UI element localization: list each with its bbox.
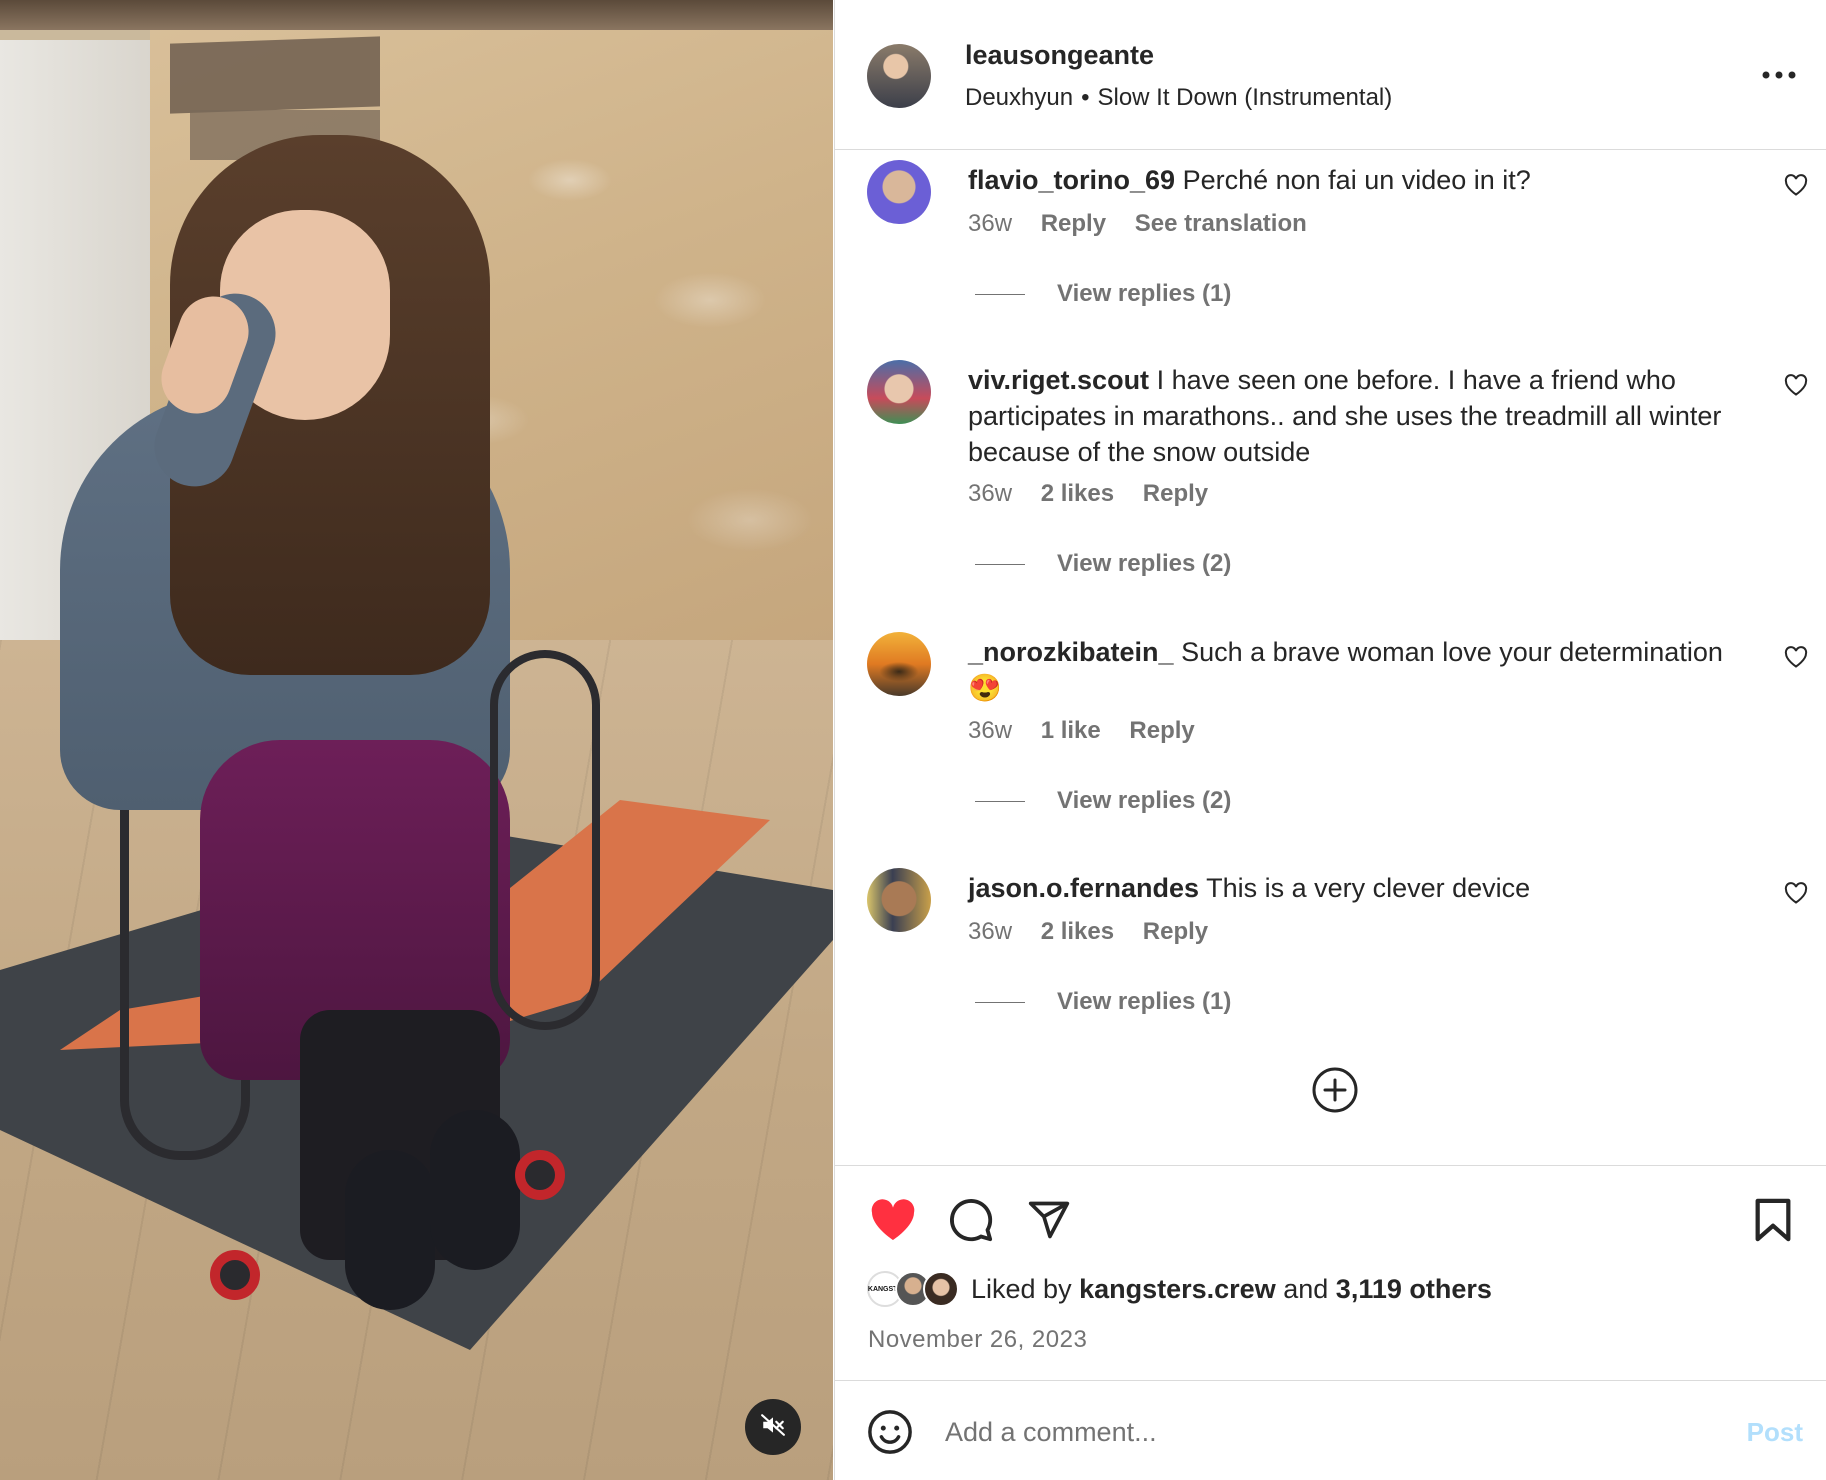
load-more-comments-button[interactable] [1311,1066,1359,1119]
liked-by-and: and [1283,1273,1329,1304]
commenter-avatar[interactable] [867,868,931,932]
view-replies-button[interactable]: View replies (2) [975,550,1231,578]
comment-likes-count[interactable]: 2 likes [1041,918,1114,945]
post-actions-section: KANGSTE Liked by kangsters.crew and 3,11… [835,1165,1826,1380]
comment-input[interactable] [945,1409,1645,1455]
smiley-icon [867,1409,913,1460]
share-button[interactable] [1023,1196,1075,1248]
comment-meta: 36w 1 like Reply [968,717,1217,745]
commenter-username[interactable]: jason.o.fernandes [968,873,1199,903]
comment-age[interactable]: 36w [968,918,1012,945]
comment-item: _norozkibatein_ Such a brave woman love … [835,622,1826,857]
mute-toggle-button[interactable] [745,1399,801,1455]
comment-body: _norozkibatein_ Such a brave woman love … [968,634,1738,706]
heart-filled-icon [869,1198,917,1247]
heart-outline-icon [1784,645,1808,673]
view-replies-button[interactable]: View replies (1) [975,280,1231,308]
audio-separator: • [1081,84,1090,111]
media-ceiling-beam [0,0,833,30]
plus-circle-icon [1311,1066,1359,1119]
speech-bubble-icon [948,1197,994,1248]
comment-body: jason.o.fernandes This is a very clever … [968,870,1738,906]
likes-count-link[interactable]: 3,119 others [1336,1274,1492,1304]
commenter-avatar[interactable] [867,360,931,424]
comment-likes-count[interactable]: 2 likes [1041,480,1114,507]
post-header: leausongeante Deuxhyun • Slow It Down (Ins… [835,0,1826,150]
like-post-button[interactable] [867,1196,919,1248]
commenter-username[interactable]: flavio_torino_69 [968,165,1175,195]
comment-meta: 36w Reply See translation [968,210,1329,238]
comment-like-button[interactable] [1781,880,1811,910]
heart-outline-icon [1784,373,1808,401]
liked-by-prefix: Liked by [971,1273,1072,1304]
replies-divider [975,1001,1025,1003]
view-replies-button[interactable]: View replies (2) [975,787,1231,815]
heart-outline-icon [1784,881,1808,909]
replies-divider [975,800,1025,802]
view-replies-button[interactable]: View replies (1) [975,988,1231,1016]
comment-item: jason.o.fernandes This is a very clever … [835,858,1826,1058]
media-caster-wheel [210,1250,260,1300]
reply-button[interactable]: Reply [1143,480,1208,507]
comment-body: flavio_torino_69 Perché non fai un video… [968,162,1738,198]
comment-item: flavio_torino_69 Perché non fai un video… [835,150,1826,350]
comment-like-button[interactable] [1781,372,1811,402]
reply-button[interactable]: Reply [1041,210,1106,237]
view-replies-label: View replies (1) [1057,988,1232,1015]
liked-by-text: Liked by kangsters.crew and 3,119 others [971,1274,1492,1305]
commenter-username[interactable]: _norozkibatein_ [968,637,1174,667]
media-shoe-right [430,1110,520,1270]
media-caster-wheel-2 [515,1150,565,1200]
audio-attribution[interactable]: Deuxhyun • Slow It Down (Instrumental) [965,84,1392,112]
media-wheelchair-wheel-right [490,650,600,1030]
post-date[interactable]: November 26, 2023 [868,1326,1087,1354]
comment-item: viv.riget.scout I have seen one before. … [835,350,1826,620]
more-options-button[interactable] [1759,60,1799,90]
comment-age[interactable]: 36w [968,210,1012,237]
reply-button[interactable]: Reply [1129,717,1194,744]
reply-button[interactable]: Reply [1143,918,1208,945]
post-side-panel: leausongeante Deuxhyun • Slow It Down (Ins… [834,0,1826,1480]
post-media[interactable] [0,0,833,1480]
view-replies-label: View replies (2) [1057,550,1232,577]
comment-like-button[interactable] [1781,172,1811,202]
comment-text: Perché non fai un video in it? [1182,165,1531,195]
ellipsis-icon [1762,66,1796,84]
comment-body: viv.riget.scout I have seen one before. … [968,362,1738,470]
comment-meta: 36w 2 likes Reply [968,480,1230,508]
audio-artist[interactable]: Deuxhyun [965,84,1073,111]
see-translation-button[interactable]: See translation [1135,210,1307,237]
view-replies-label: View replies (1) [1057,280,1232,307]
liker-avatar[interactable] [923,1271,959,1307]
media-shoe-left [345,1150,435,1310]
post-comment-button[interactable]: Post [1747,1417,1803,1448]
liked-by-username[interactable]: kangsters.crew [1079,1274,1276,1304]
emoji-picker-button[interactable] [867,1409,913,1460]
comment-button[interactable] [945,1196,997,1248]
comment-composer: Post [835,1380,1826,1480]
bookmark-icon [1753,1197,1793,1248]
comment-likes-count[interactable]: 1 like [1041,717,1101,744]
comment-text: This is a very clever device [1206,873,1531,903]
commenter-avatar[interactable] [867,160,931,224]
comment-meta: 36w 2 likes Reply [968,918,1230,946]
replies-divider [975,563,1025,565]
speaker-muted-icon [760,1412,786,1443]
heart-outline-icon [1784,173,1808,201]
comment-age[interactable]: 36w [968,480,1012,507]
paper-plane-icon [1027,1198,1071,1247]
comment-like-button[interactable] [1781,644,1811,674]
commenter-username[interactable]: viv.riget.scout [968,365,1149,395]
audio-title[interactable]: Slow It Down (Instrumental) [1097,84,1392,111]
author-username[interactable]: leausongeante [965,40,1154,71]
commenter-avatar[interactable] [867,632,931,696]
likes-summary: KANGSTE Liked by kangsters.crew and 3,11… [867,1271,1492,1307]
comment-age[interactable]: 36w [968,717,1012,744]
media-beam-detail [170,36,380,114]
comments-list: flavio_torino_69 Perché non fai un video… [835,150,1826,1165]
replies-divider [975,293,1025,295]
view-replies-label: View replies (2) [1057,787,1232,814]
save-button[interactable] [1747,1196,1799,1248]
author-avatar[interactable] [867,44,931,108]
